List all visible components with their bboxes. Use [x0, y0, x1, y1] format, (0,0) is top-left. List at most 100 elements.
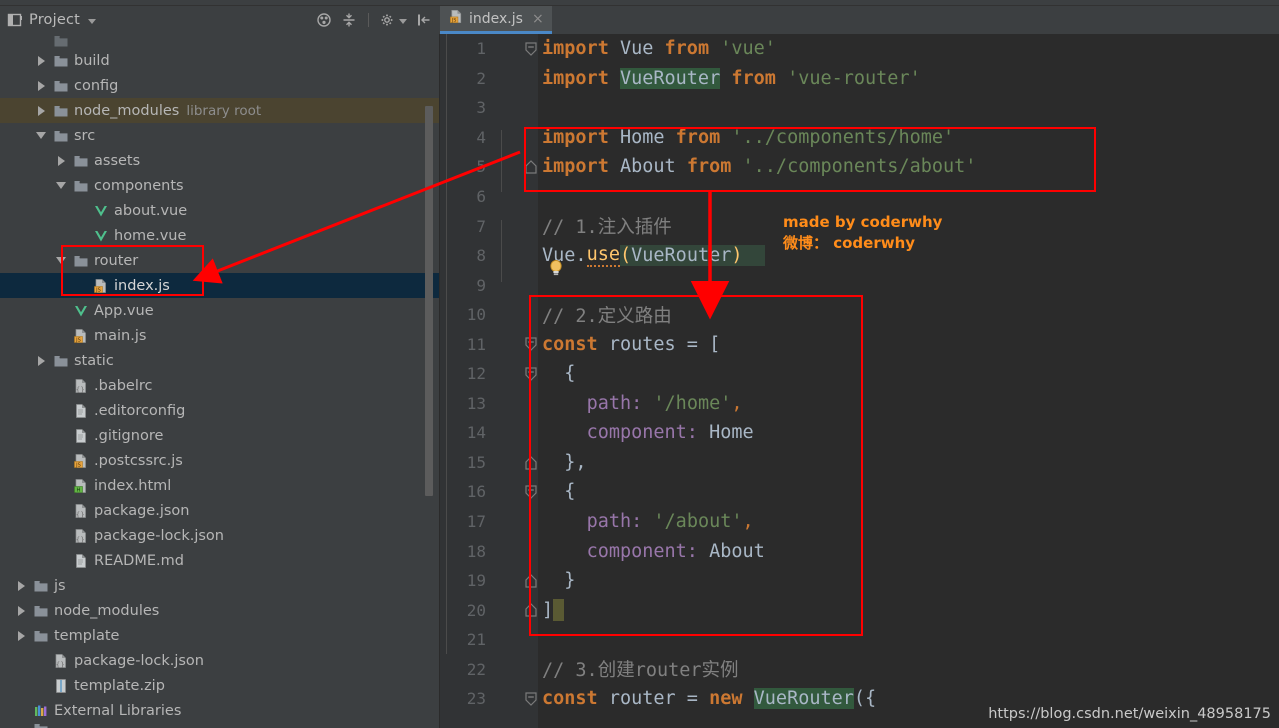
tree-item-about-vue[interactable]: about.vue [0, 198, 439, 223]
chevron-right-icon[interactable] [14, 604, 28, 618]
tree-item--postcssrc-js[interactable]: JS .postcssrc.js [0, 448, 439, 473]
fold-slot[interactable] [524, 389, 538, 419]
fold-slot[interactable] [524, 625, 538, 655]
fold-collapse-icon[interactable] [525, 336, 537, 352]
fold-collapse-icon[interactable] [525, 484, 537, 500]
tree-item-build[interactable]: build [0, 48, 439, 73]
fold-slot[interactable] [524, 211, 538, 241]
fold-slot[interactable] [524, 684, 538, 714]
tree-item--gitignore[interactable]: .gitignore [0, 423, 439, 448]
tree-item-readme-md[interactable]: README.md [0, 548, 439, 573]
chevron-right-icon[interactable] [34, 79, 48, 93]
chevron-down-icon[interactable] [34, 129, 48, 143]
token-string: 'vue' [720, 38, 776, 60]
hide-panel-icon[interactable] [416, 12, 432, 28]
tree-item--babelrc[interactable]: {} .babelrc [0, 373, 439, 398]
fold-slot[interactable] [524, 152, 538, 182]
fold-slot[interactable] [524, 536, 538, 566]
fold-slot[interactable] [524, 270, 538, 300]
tree-item-router[interactable]: router [0, 248, 439, 273]
code-lines[interactable]: import Vue from 'vue' import VueRouter f… [538, 34, 1279, 728]
fold-collapse-icon[interactable] [525, 691, 537, 706]
line-number: 10 [466, 305, 486, 325]
tree-item-node-modules[interactable]: node_modules [0, 598, 439, 623]
indent-guide [501, 130, 502, 192]
settings-gear-icon[interactable] [380, 12, 396, 28]
tree-item-main-js[interactable]: JS main.js [0, 323, 439, 348]
chevron-right-icon[interactable] [14, 629, 28, 643]
tree-item-assets[interactable]: assets [0, 148, 439, 173]
fold-end-icon[interactable] [525, 159, 537, 174]
tree-item-config[interactable]: config [0, 73, 439, 98]
tree-item-template[interactable]: template [0, 623, 439, 648]
collapse-all-icon[interactable] [341, 12, 357, 28]
fold-end-icon[interactable] [525, 455, 537, 470]
chevron-right-icon[interactable] [34, 354, 48, 368]
tree-item-index-js[interactable]: JS index.js [0, 273, 439, 298]
editor-area: JS index.js × 1 2 3 4 5 6 7 8 9 10 11 12 13 14 15 16 17 1… [440, 6, 1279, 728]
fold-slot[interactable] [524, 93, 538, 123]
code-folding-gutter[interactable] [524, 34, 538, 728]
project-panel-title-group[interactable]: Project [7, 12, 97, 28]
tree-item-home-vue[interactable]: home.vue [0, 223, 439, 248]
fold-slot[interactable] [524, 477, 538, 507]
tree-item-node-modules[interactable]: node_modules library root [0, 98, 439, 123]
tree-item-template-zip[interactable]: template.zip [0, 673, 439, 698]
line-number: 17 [466, 512, 486, 532]
chevron-down-icon[interactable] [54, 179, 68, 193]
code-line-17: path: '/about', [538, 507, 1279, 537]
chevron-right-icon[interactable] [34, 104, 48, 118]
tree-item-index-html[interactable]: Hindex.html [0, 473, 439, 498]
tree-item-package-lock-json[interactable]: {} package-lock.json [0, 523, 439, 548]
fold-slot[interactable] [524, 34, 538, 64]
fold-slot[interactable] [524, 418, 538, 448]
fold-end-icon[interactable] [525, 602, 537, 617]
fold-slot[interactable] [524, 654, 538, 684]
token-keyword: from [686, 156, 732, 178]
token-keyword: new [709, 688, 743, 710]
tree-item-src[interactable]: src [0, 123, 439, 148]
fold-slot[interactable] [524, 241, 538, 271]
tree-item-partial[interactable] [0, 723, 439, 728]
line-number: 1 [476, 39, 486, 59]
tree-item-package-lock-json[interactable]: {} package-lock.json [0, 648, 439, 673]
fold-slot[interactable] [524, 123, 538, 153]
chevron-down-icon[interactable] [54, 254, 68, 268]
fold-slot[interactable] [524, 448, 538, 478]
fold-slot[interactable] [524, 300, 538, 330]
tree-item-partial[interactable] [0, 34, 439, 48]
close-icon[interactable]: × [532, 11, 544, 27]
tab-index-js[interactable]: JS index.js × [440, 6, 552, 34]
fold-slot[interactable] [524, 359, 538, 389]
chevron-right-icon[interactable] [34, 54, 48, 68]
fold-slot[interactable] [524, 64, 538, 94]
tree-item--editorconfig[interactable]: .editorconfig [0, 398, 439, 423]
project-tree-scrollbar[interactable] [425, 106, 433, 496]
tree-item-js[interactable]: js [0, 573, 439, 598]
fold-collapse-icon[interactable] [525, 366, 537, 381]
fold-collapse-icon[interactable] [525, 41, 537, 56]
fold-slot[interactable] [524, 566, 538, 596]
fold-end-icon[interactable] [525, 573, 537, 588]
tree-item-external-libraries[interactable]: External Libraries [0, 698, 439, 723]
tree-item-static[interactable]: static [0, 348, 439, 373]
gear-chevron-down-icon[interactable] [399, 18, 407, 24]
fold-slot[interactable] [524, 182, 538, 212]
line-number: 19 [466, 571, 486, 591]
code-editor[interactable]: 1 2 3 4 5 6 7 8 9 10 11 12 13 14 15 16 17 18 19 20 21 22 23 im… [440, 34, 1279, 728]
tree-item-app-vue[interactable]: App.vue [0, 298, 439, 323]
project-tree[interactable]: build config node_modules library root src as… [0, 34, 440, 728]
fold-slot[interactable] [524, 329, 538, 359]
locate-icon[interactable] [316, 12, 332, 28]
tree-item-label: .gitignore [94, 427, 164, 444]
line-number-gutter: 1 2 3 4 5 6 7 8 9 10 11 12 13 14 15 16 17 18 19 20 21 22 23 [440, 34, 524, 728]
fold-slot[interactable] [524, 507, 538, 537]
chevron-right-icon[interactable] [14, 579, 28, 593]
tree-item-package-json[interactable]: {} package.json [0, 498, 439, 523]
tree-no-arrow [34, 34, 48, 48]
fold-slot[interactable] [524, 595, 538, 625]
tree-item-components[interactable]: components [0, 173, 439, 198]
chevron-down-icon[interactable] [88, 18, 97, 24]
chevron-right-icon[interactable] [54, 154, 68, 168]
